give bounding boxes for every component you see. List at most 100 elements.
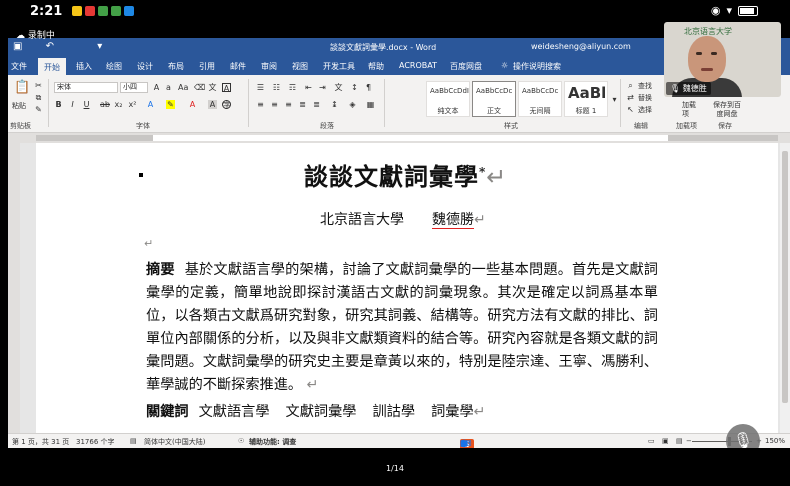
account-name[interactable]: weidesheng@aliyun.com [531, 42, 631, 51]
tab-tell-me[interactable]: 操作说明搜索 [513, 61, 561, 72]
subscript-icon[interactable]: x₂ [114, 100, 123, 109]
tab-home[interactable]: 开始 [38, 58, 66, 75]
change-case-icon[interactable]: Aa [178, 83, 188, 92]
strikethrough-icon[interactable]: ab [100, 100, 110, 109]
dropdown-icon[interactable]: ▾ [97, 41, 102, 52]
italic-icon[interactable]: I [68, 100, 77, 109]
document-page[interactable]: 談談文獻詞彙學*↵ 北京語言大學 魏德勝↵ ↵ 摘要 基於文獻語言學的架構，討論了文… [36, 143, 778, 433]
accessibility-status[interactable]: 辅助功能: 调查 [249, 437, 296, 447]
cloud-icon: ☁ [16, 31, 25, 41]
decrease-indent-icon[interactable]: ⇤ [304, 83, 313, 92]
highlight-icon[interactable]: ✎ [166, 100, 175, 109]
zoom-out-icon[interactable]: − [686, 437, 692, 445]
ruler-margin-left [36, 135, 153, 141]
style-normal[interactable]: AaBbCcDc 正文 [472, 81, 516, 117]
tab-layout[interactable]: 布局 [168, 61, 184, 72]
text-effects-icon[interactable]: A [146, 100, 155, 109]
tab-design[interactable]: 设计 [137, 61, 153, 72]
paste-button[interactable]: 粘贴 [12, 101, 26, 111]
tab-review[interactable]: 审阅 [261, 61, 277, 72]
language-indicator[interactable]: 简体中文(中国大陆) [144, 437, 205, 447]
web-layout-icon[interactable]: ▤ [676, 437, 683, 445]
paste-icon[interactable]: 📋 [14, 81, 30, 95]
paragraph-mark-icon: ↵ [474, 212, 486, 228]
char-shading-icon[interactable]: A [208, 100, 217, 109]
page-indicator[interactable]: 第 1 页，共 31 页 [12, 437, 69, 447]
find-button[interactable]: 查找 [638, 81, 652, 91]
addins-button[interactable]: 加载项 [682, 101, 700, 119]
style-plain-text[interactable]: AaBbCcDdI 纯文本 [426, 81, 470, 117]
style-heading-1[interactable]: AaBl 标题 1 [564, 81, 608, 117]
show-marks-icon[interactable]: ¶ [364, 83, 373, 92]
recording-indicator[interactable]: ☁ 录制中 [16, 28, 55, 41]
settings-icon[interactable]: ✿ [460, 439, 467, 448]
print-layout-icon[interactable]: ▣ [662, 437, 669, 445]
align-center-icon[interactable]: ≡ [270, 100, 279, 109]
eye-icon: ◉ [710, 4, 721, 17]
word-status-bar: 第 1 页，共 31 页 31766 个字 ▤ 简体中文(中国大陆) ☉ 辅助功… [8, 433, 790, 448]
copy-icon[interactable]: ⧉ [34, 93, 43, 102]
vertical-scrollbar[interactable] [780, 143, 790, 433]
bullets-icon[interactable]: ☰ [256, 83, 265, 92]
phonetic-icon[interactable]: 文 [208, 83, 217, 92]
clear-format-icon[interactable]: ⌫ [194, 83, 205, 92]
multilevel-list-icon[interactable]: ☶ [288, 83, 297, 92]
font-color-icon[interactable]: A [188, 100, 197, 109]
tab-view[interactable]: 视图 [292, 61, 308, 72]
tab-file[interactable]: 文件 [11, 61, 27, 72]
increase-indent-icon[interactable]: ⇥ [318, 83, 327, 92]
keyword: 文獻語言學 [198, 404, 270, 420]
proofing-icon[interactable]: ▤ [130, 437, 137, 445]
shrink-font-icon[interactable]: a [164, 83, 173, 92]
undo-icon[interactable]: ↶ [46, 41, 54, 52]
char-border-icon[interactable]: A [222, 83, 231, 93]
bold-icon[interactable]: B [54, 100, 63, 109]
tab-acrobat[interactable]: ACROBAT [399, 61, 437, 70]
tab-help[interactable]: 帮助 [368, 61, 384, 72]
chinese-layout-icon[interactable]: 文 [334, 83, 343, 92]
affiliation: 北京語言大學 [320, 212, 404, 228]
zoom-level[interactable]: 150% [765, 437, 785, 445]
superscript-icon[interactable]: x² [128, 100, 137, 109]
tab-mailings[interactable]: 邮件 [230, 61, 246, 72]
webcam-overlay[interactable]: 北京语言大学 🎙 魏德胜 [664, 22, 781, 97]
tab-insert[interactable]: 插入 [76, 61, 92, 72]
word-count[interactable]: 31766 个字 [76, 437, 115, 447]
enclosed-char-icon[interactable]: 字 [222, 100, 231, 110]
justify-icon[interactable]: ≣ [298, 100, 307, 109]
status-bar: 2:21 ◉ ▾ [0, 0, 790, 24]
notification-icon [85, 6, 95, 16]
status-right: ◉ ▾ [711, 4, 758, 17]
tab-developer[interactable]: 开发工具 [323, 61, 355, 72]
presenter-name-tag: 🎙 魏德胜 [666, 82, 711, 95]
cut-icon[interactable]: ✂ [34, 81, 43, 90]
status-time: 2:21 [30, 4, 63, 19]
vertical-ruler[interactable] [8, 143, 20, 433]
tab-baidu-netdisk[interactable]: 百度网盘 [450, 61, 482, 72]
save-icon[interactable]: ▣ [13, 41, 22, 52]
tab-draw[interactable]: 绘图 [106, 61, 122, 72]
select-button[interactable]: 选择 [638, 105, 652, 115]
align-right-icon[interactable]: ≡ [284, 100, 293, 109]
grow-font-icon[interactable]: A [152, 83, 161, 92]
tab-references[interactable]: 引用 [199, 61, 215, 72]
styles-more-icon[interactable]: ▾ [610, 95, 619, 104]
distributed-icon[interactable]: ≣ [312, 100, 321, 109]
align-left-icon[interactable]: ≡ [256, 100, 265, 109]
scrollbar-thumb[interactable] [782, 151, 788, 403]
read-mode-icon[interactable]: ▭ [648, 437, 655, 445]
font-name-box[interactable]: 宋体 [54, 82, 118, 93]
line-spacing-icon[interactable]: ↨ [330, 100, 339, 109]
battery-icon [738, 5, 758, 16]
replace-button[interactable]: 替换 [638, 93, 652, 103]
horizontal-ruler[interactable] [8, 133, 790, 143]
numbering-icon[interactable]: ☷ [272, 83, 281, 92]
style-no-spacing[interactable]: AaBbCcDc 无间隔 [518, 81, 562, 117]
underline-icon[interactable]: U [82, 100, 91, 109]
sort-icon[interactable]: ↕ [350, 83, 359, 92]
save-to-netdisk-button[interactable]: 保存到百度网盘 [710, 101, 744, 119]
format-painter-icon[interactable]: ✎ [34, 105, 43, 114]
font-size-box[interactable]: 小四 [120, 82, 148, 93]
borders-icon[interactable]: ▦ [366, 100, 375, 109]
shading-icon[interactable]: ◈ [348, 100, 357, 109]
